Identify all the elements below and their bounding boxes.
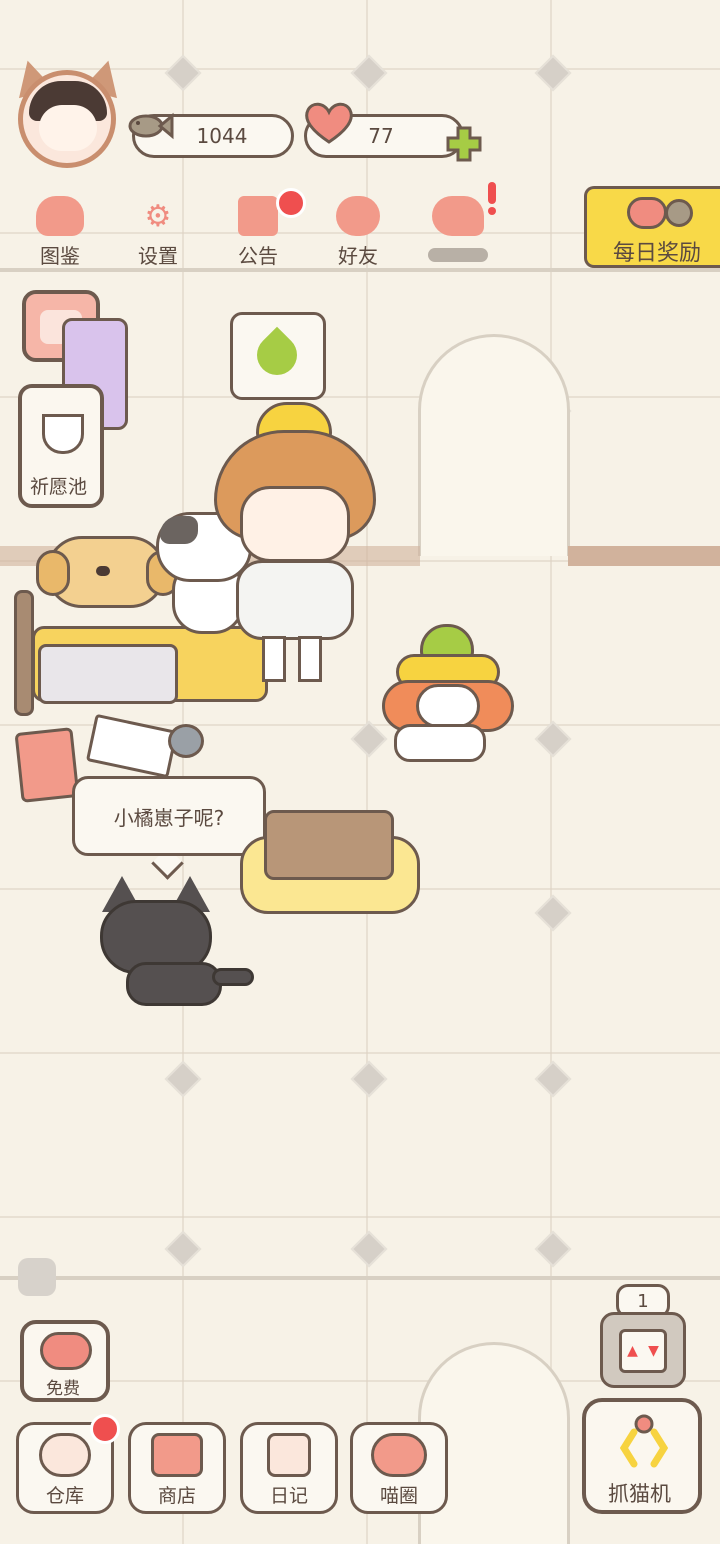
speech-bubble: 小橘崽子呢? (72, 776, 266, 856)
down-arrow-icon[interactable]: ▼ (648, 1343, 659, 1359)
nav-label: 仓库 (45, 1485, 84, 1507)
wish-pool-button[interactable]: 祈愿池 (18, 384, 104, 508)
cat-body (394, 724, 486, 762)
floor-number: 1 (637, 1290, 649, 1312)
send-hearts-alert-dot (488, 207, 496, 215)
leaf-icon (248, 326, 306, 384)
menu-friends[interactable]: 好友 (318, 196, 398, 270)
dog-nose (96, 566, 110, 576)
nav-label: 日记 (269, 1485, 308, 1507)
fish-icon (665, 199, 693, 227)
announcement-badge (276, 188, 306, 218)
elevator-door: ▲ ▼ (619, 1329, 667, 1373)
heart-count: 77 (368, 124, 394, 148)
warehouse-icon (39, 1433, 91, 1477)
menu-label: 公告 (238, 244, 278, 268)
nav-label: 喵圈 (379, 1485, 418, 1507)
friends-icon (336, 196, 380, 236)
dog-ear (36, 550, 70, 596)
claw-icon (619, 1414, 669, 1468)
menu-settings[interactable]: ⚙ 设置 (118, 196, 198, 270)
cat-book-icon (36, 196, 84, 236)
speech-text: 小橘崽子呢? (113, 805, 225, 830)
heart-icon (627, 197, 667, 229)
gift-icon (238, 196, 278, 236)
wall-divider-bottom (0, 1276, 720, 1280)
elevator-body: ▲ ▼ (600, 1312, 686, 1388)
nav-shop[interactable]: 商店 (128, 1422, 226, 1514)
book (14, 727, 80, 803)
box-lid (264, 810, 394, 880)
bed-sheet (38, 644, 178, 704)
nav-cat-circle[interactable]: 喵圈 (350, 1422, 448, 1514)
cat-patch (160, 516, 198, 544)
fish-icon (124, 98, 174, 148)
elevator-widget[interactable]: 1 ▲ ▼ (600, 1284, 686, 1390)
leg (298, 636, 322, 682)
cloud-save-icon[interactable] (18, 1258, 56, 1296)
nav-diary[interactable]: 日记 (240, 1422, 338, 1514)
cat-body (126, 962, 222, 1006)
cat-face (416, 684, 480, 728)
leg (262, 636, 286, 682)
claw-machine-label: 抓猫机 (608, 1482, 671, 1506)
heart-send-icon (432, 196, 484, 236)
claw-machine-button[interactable]: 抓猫机 (582, 1398, 702, 1514)
daily-reward-button[interactable]: 每日奖励 (584, 186, 720, 268)
wall-shelf (568, 546, 720, 566)
add-hearts-button[interactable] (444, 124, 484, 164)
heart-icon (302, 98, 356, 146)
bed-frame (14, 590, 34, 716)
player-avatar[interactable] (18, 70, 116, 168)
heart-icon (40, 1332, 92, 1370)
cat-bed (240, 810, 420, 914)
nav-label: 商店 (157, 1485, 196, 1507)
hoodie (236, 560, 354, 640)
menu-label: 好友 (338, 244, 378, 268)
fountain-icon (42, 414, 84, 454)
menu-collection[interactable]: 图鉴 (20, 196, 100, 270)
black-cat-character[interactable] (96, 876, 256, 1010)
menu-send-hearts[interactable] (418, 196, 498, 270)
player-character[interactable] (210, 400, 380, 690)
avatar-face (39, 105, 97, 151)
teapot (168, 724, 204, 758)
leaf-picture-frame (230, 312, 326, 400)
face (240, 486, 350, 562)
menu-label: 设置 (138, 244, 178, 268)
cat-in-poop-hat-character[interactable] (372, 624, 522, 764)
menu-label-placeholder (428, 248, 488, 262)
free-hearts-button[interactable]: 免费 (20, 1320, 110, 1402)
warehouse-badge (90, 1414, 120, 1444)
shop-icon (151, 1433, 203, 1477)
send-hearts-alert (488, 182, 496, 204)
menu-label: 图鉴 (40, 244, 80, 268)
up-arrow-icon[interactable]: ▲ (627, 1343, 638, 1359)
daily-reward-label: 每日奖励 (613, 241, 702, 266)
gear-icon: ⚙ (144, 198, 172, 234)
cat-planet-icon (371, 1433, 427, 1477)
diary-icon (267, 1433, 311, 1477)
cat-tail (212, 968, 254, 986)
free-label: 免费 (46, 1379, 80, 1399)
wish-pool-label: 祈愿池 (30, 476, 88, 498)
doorway-arch (418, 334, 570, 556)
fish-count: 1044 (196, 124, 248, 148)
